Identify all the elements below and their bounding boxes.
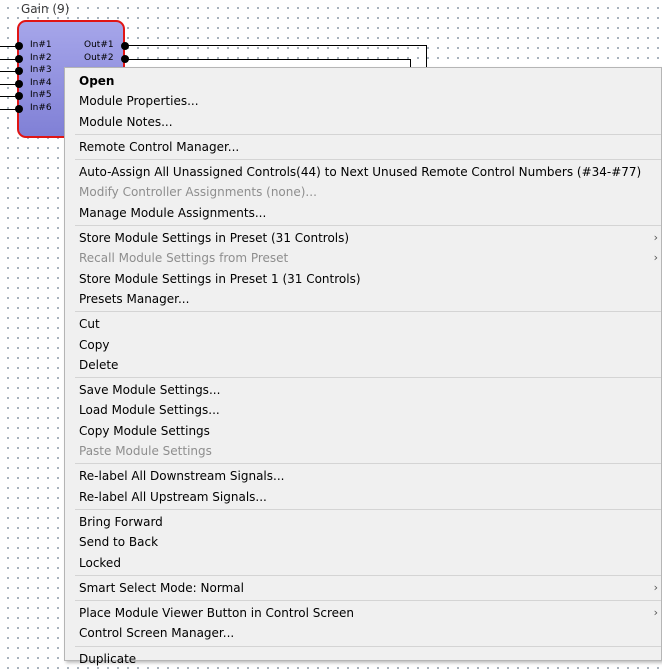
menu-item-locked[interactable]: Locked xyxy=(65,553,661,573)
wire-out1[interactable] xyxy=(125,45,427,46)
menu-item-label: Module Notes... xyxy=(79,114,173,129)
input-pin-label: In#2 xyxy=(30,52,52,63)
output-pin-label: Out#1 xyxy=(84,40,114,50)
menu-item-label: Send to Back xyxy=(79,535,159,550)
wire-out2[interactable] xyxy=(125,59,411,60)
menu-item-open[interactable]: Open xyxy=(65,71,661,91)
menu-item-place-module-viewer-button[interactable]: Place Module Viewer Button in Control Sc… xyxy=(65,603,661,623)
menu-item-label: Copy xyxy=(79,337,110,352)
menu-item-label: Place Module Viewer Button in Control Sc… xyxy=(79,606,354,621)
menu-item-label: Store Module Settings in Preset 1 (31 Co… xyxy=(79,271,361,286)
menu-item-paste-module-settings: Paste Module Settings xyxy=(65,441,661,461)
menu-item-load-module-settings[interactable]: Load Module Settings... xyxy=(65,400,661,420)
menu-item-label: Cut xyxy=(79,317,100,332)
menu-item-copy[interactable]: Copy xyxy=(65,335,661,355)
output-pin[interactable] xyxy=(121,42,129,50)
menu-item-label: Re-label All Upstream Signals... xyxy=(79,489,267,504)
menu-separator xyxy=(75,225,661,227)
menu-separator xyxy=(75,574,661,576)
menu-item-label: Remote Control Manager... xyxy=(79,139,240,154)
menu-item-label: Paste Module Settings xyxy=(79,444,212,459)
input-pin[interactable] xyxy=(15,54,23,63)
menu-item-label: Module Properties... xyxy=(79,94,199,109)
menu-item-label: Smart Select Mode: Normal xyxy=(79,580,244,595)
menu-item-manage-module-assignments[interactable]: Manage Module Assignments... xyxy=(65,203,661,223)
menu-item-label: Locked xyxy=(79,555,121,570)
menu-separator xyxy=(75,645,661,647)
chevron-right-icon: › xyxy=(653,231,658,245)
menu-item-cut[interactable]: Cut xyxy=(65,314,661,334)
menu-item-auto-assign[interactable]: Auto-Assign All Unassigned Controls(44) … xyxy=(65,162,661,182)
menu-item-label: Open xyxy=(79,74,115,88)
menu-item-store-module-settings-in-preset[interactable]: Store Module Settings in Preset (31 Cont… xyxy=(65,228,661,248)
input-pin[interactable] xyxy=(15,42,23,50)
menu-item-presets-manager[interactable]: Presets Manager... xyxy=(65,289,661,309)
menu-item-remote-control-manager[interactable]: Remote Control Manager... xyxy=(65,137,661,157)
menu-item-label: Auto-Assign All Unassigned Controls(44) … xyxy=(79,165,642,180)
menu-item-label: Modify Controller Assignments (none)... xyxy=(79,185,317,200)
menu-item-relabel-downstream[interactable]: Re-label All Downstream Signals... xyxy=(65,466,661,486)
menu-item-label: Load Module Settings... xyxy=(79,403,220,418)
input-pin-label: In#4 xyxy=(30,77,52,88)
wire-out1-vertical[interactable] xyxy=(426,45,427,68)
menu-item-bring-forward[interactable]: Bring Forward xyxy=(65,512,661,532)
menu-item-copy-module-settings[interactable]: Copy Module Settings xyxy=(65,421,661,441)
menu-item-smart-select-mode[interactable]: Smart Select Mode: Normal › xyxy=(65,578,661,598)
input-pin-label: In#6 xyxy=(30,103,52,113)
menu-item-label: Copy Module Settings xyxy=(79,423,210,438)
input-pin-label: In#1 xyxy=(30,40,52,50)
menu-separator xyxy=(75,377,661,379)
menu-item-label: Re-label All Downstream Signals... xyxy=(79,469,285,484)
module-title: Gain (9) xyxy=(21,2,70,16)
menu-item-modify-controller-assignments: Modify Controller Assignments (none)... xyxy=(65,182,661,202)
menu-item-save-module-settings[interactable]: Save Module Settings... xyxy=(65,380,661,400)
input-pin[interactable] xyxy=(15,105,23,113)
menu-item-module-properties[interactable]: Module Properties... xyxy=(65,91,661,111)
menu-separator xyxy=(75,159,661,161)
menu-item-relabel-upstream[interactable]: Re-label All Upstream Signals... xyxy=(65,487,661,507)
menu-item-label: Store Module Settings in Preset (31 Cont… xyxy=(79,231,350,246)
menu-item-label: Save Module Settings... xyxy=(79,383,221,398)
menu-item-label: Delete xyxy=(79,357,119,372)
menu-separator xyxy=(75,463,661,465)
menu-item-send-to-back[interactable]: Send to Back xyxy=(65,532,661,552)
context-menu: Open Module Properties... Module Notes... R… xyxy=(64,67,662,666)
menu-item-label: Control Screen Manager... xyxy=(79,626,235,641)
menu-item-label: Manage Module Assignments... xyxy=(79,205,267,220)
menu-item-label: Recall Module Settings from Preset xyxy=(79,251,289,266)
chevron-right-icon: › xyxy=(653,606,658,620)
menu-item-control-screen-manager[interactable]: Control Screen Manager... xyxy=(65,623,661,643)
menu-item-recall-module-settings: Recall Module Settings from Preset › xyxy=(65,248,661,268)
output-pin-label: Out#2 xyxy=(84,53,114,63)
input-pin[interactable] xyxy=(15,79,23,88)
chevron-right-icon: › xyxy=(653,251,658,265)
menu-item-label: Presets Manager... xyxy=(79,291,190,306)
menu-item-module-notes[interactable]: Module Notes... xyxy=(65,112,661,132)
menu-separator xyxy=(75,508,661,510)
menu-item-label: Bring Forward xyxy=(79,514,163,529)
menu-separator xyxy=(75,133,661,135)
menu-separator xyxy=(75,311,661,313)
menu-separator xyxy=(75,600,661,602)
input-pin-label: In#3 xyxy=(30,65,52,76)
menu-item-delete[interactable]: Delete xyxy=(65,355,661,375)
input-pin-label: In#5 xyxy=(30,90,52,101)
menu-item-store-module-settings-preset-1[interactable]: Store Module Settings in Preset 1 (31 Co… xyxy=(65,269,661,289)
menu-item-label: Duplicate xyxy=(79,651,137,666)
chevron-right-icon: › xyxy=(653,580,658,594)
